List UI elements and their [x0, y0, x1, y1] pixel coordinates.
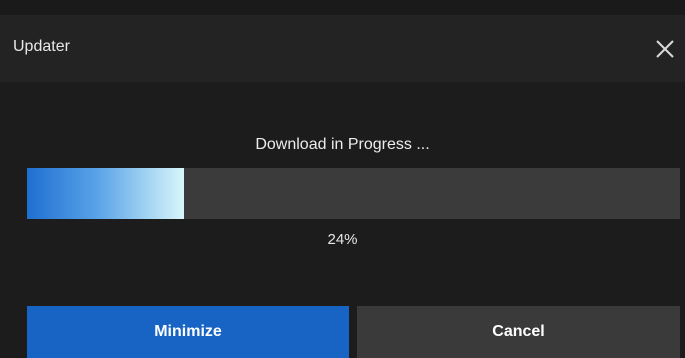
cancel-button[interactable]: Cancel	[357, 306, 680, 358]
download-progress-bar	[27, 168, 680, 219]
progress-fill	[27, 168, 184, 219]
download-status-label: Download in Progress ...	[255, 136, 430, 153]
title-bar: Updater	[0, 15, 685, 82]
close-button[interactable]	[645, 29, 685, 69]
minimize-button[interactable]: Minimize	[27, 306, 349, 358]
window-title: Updater	[13, 38, 70, 55]
close-icon	[656, 40, 674, 58]
progress-percent-label: 24%	[327, 231, 358, 248]
updater-dialog: Updater Download in Progress ... 24% Min…	[0, 15, 685, 358]
